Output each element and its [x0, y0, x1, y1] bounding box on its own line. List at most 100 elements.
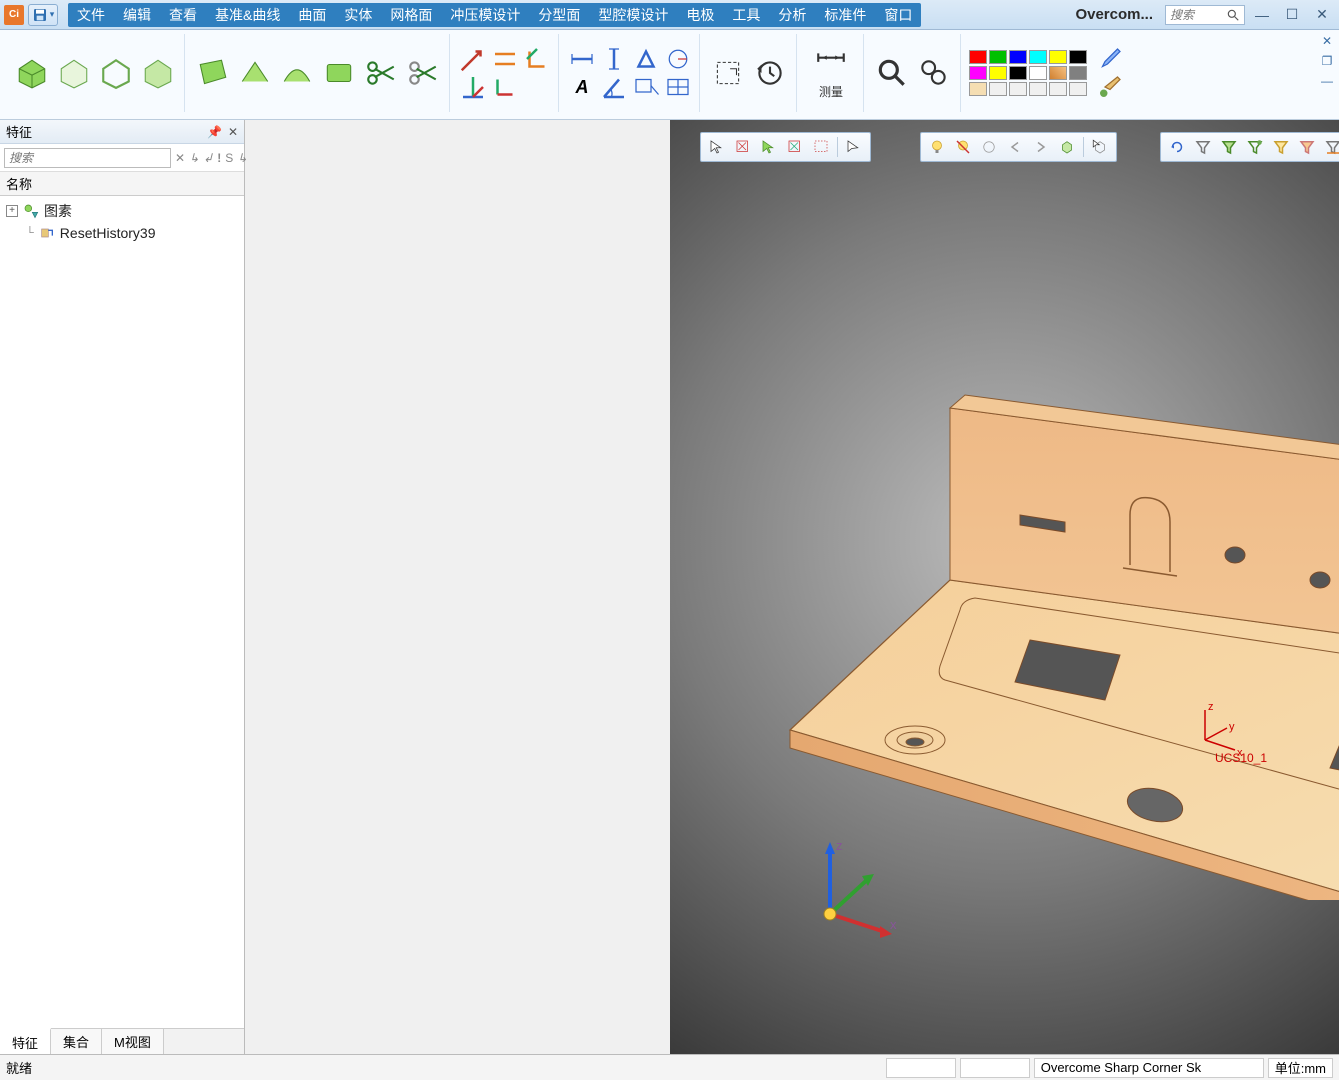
flt-a[interactable]: [1165, 136, 1189, 158]
history-btn[interactable]: [750, 45, 790, 101]
ribbon-axis-btn[interactable]: [458, 74, 488, 100]
viewport[interactable]: z y x UCS10_1 z x: [670, 120, 1339, 1054]
menu-stamping[interactable]: 冲压模设计: [441, 3, 529, 27]
dim-rad-btn[interactable]: [663, 46, 693, 72]
swatch[interactable]: [1029, 50, 1047, 64]
menu-solid[interactable]: 实体: [335, 3, 381, 27]
pin-icon[interactable]: 📌: [207, 125, 222, 139]
swatch[interactable]: [969, 66, 987, 80]
title-search[interactable]: 搜索: [1165, 5, 1245, 25]
flt-d[interactable]: [1243, 136, 1267, 158]
dim-v-btn[interactable]: [599, 46, 629, 72]
vis-box[interactable]: [1055, 136, 1079, 158]
table-btn[interactable]: [663, 74, 693, 100]
swatch[interactable]: [989, 82, 1007, 96]
bulb-off[interactable]: [951, 136, 975, 158]
ribbon-btn-box3[interactable]: [96, 45, 136, 101]
menu-edit[interactable]: 编辑: [114, 3, 160, 27]
panel-close-icon[interactable]: ✕: [228, 125, 238, 139]
sel-x2[interactable]: [783, 136, 807, 158]
bulb-on[interactable]: [925, 136, 949, 158]
swatch[interactable]: [1069, 82, 1087, 96]
panel-search-input[interactable]: [4, 148, 171, 168]
menu-view[interactable]: 查看: [160, 3, 206, 27]
zoom-btn[interactable]: [872, 45, 912, 101]
minimize-button[interactable]: —: [1249, 5, 1275, 25]
swatch[interactable]: [1009, 66, 1027, 80]
tree-root-row[interactable]: + 图素: [2, 200, 242, 222]
filter2-icon[interactable]: ↲: [203, 150, 213, 166]
maximize-button[interactable]: ☐: [1279, 5, 1305, 25]
flt-e[interactable]: [1269, 136, 1293, 158]
swatch[interactable]: [1049, 66, 1067, 80]
flt-g[interactable]: [1321, 136, 1339, 158]
clear-search-icon[interactable]: ✕: [175, 150, 185, 166]
dim-tri-btn[interactable]: [631, 46, 661, 72]
close-button[interactable]: ✕: [1309, 5, 1335, 25]
brush-btn[interactable]: [1095, 74, 1125, 100]
ribbon-axis2-btn[interactable]: [490, 74, 520, 100]
ribbon-btn-box4[interactable]: [138, 45, 178, 101]
sel-arrow[interactable]: [705, 136, 729, 158]
vis-c[interactable]: [1029, 136, 1053, 158]
ribbon-arrow-btn[interactable]: [458, 46, 488, 72]
ribbon-close-icon[interactable]: ✕: [1319, 34, 1335, 48]
vis-b[interactable]: [1003, 136, 1027, 158]
ribbon-btn-g2c[interactable]: [277, 45, 317, 101]
expand-icon[interactable]: +: [6, 205, 18, 217]
vis-a[interactable]: [977, 136, 1001, 158]
swatch[interactable]: [989, 66, 1007, 80]
ribbon-parallel-btn[interactable]: [490, 46, 520, 72]
menu-electrode[interactable]: 电极: [677, 3, 723, 27]
column-header[interactable]: 名称: [0, 172, 244, 196]
sel-pick[interactable]: [842, 136, 866, 158]
sel-rect[interactable]: [809, 136, 833, 158]
filter5-icon[interactable]: ↳: [237, 150, 247, 166]
swatch[interactable]: [1029, 66, 1047, 80]
menu-datum-curve[interactable]: 基准&曲线: [206, 3, 289, 27]
ribbon-btn-g2b[interactable]: [235, 45, 275, 101]
flt-b[interactable]: [1191, 136, 1215, 158]
dim-h-btn[interactable]: [567, 46, 597, 72]
swatch[interactable]: [1049, 82, 1067, 96]
menu-window[interactable]: 窗口: [875, 3, 921, 27]
angle-dim-btn[interactable]: [599, 74, 629, 100]
ribbon-min-icon[interactable]: —: [1319, 74, 1335, 88]
ribbon-btn-g2d[interactable]: [319, 45, 359, 101]
measure-btn[interactable]: 测量: [805, 34, 857, 112]
menu-standard[interactable]: 标准件: [815, 3, 875, 27]
flt-c[interactable]: [1217, 136, 1241, 158]
ribbon-ortho-btn[interactable]: [522, 46, 552, 72]
swatch[interactable]: [1049, 50, 1067, 64]
refresh-btn[interactable]: [708, 45, 748, 101]
dropper-btn[interactable]: [1095, 46, 1125, 72]
menu-mesh[interactable]: 网格面: [381, 3, 441, 27]
swatch[interactable]: [1009, 82, 1027, 96]
tab-feature[interactable]: 特征: [0, 1028, 51, 1054]
menu-parting[interactable]: 分型面: [529, 3, 589, 27]
ribbon-btn-box2[interactable]: [54, 45, 94, 101]
menu-analysis[interactable]: 分析: [769, 3, 815, 27]
filter3-icon[interactable]: !: [217, 150, 221, 166]
menu-tools[interactable]: 工具: [723, 3, 769, 27]
ribbon-btn-scissors1[interactable]: [361, 45, 401, 101]
ribbon-btn-box1[interactable]: [12, 45, 52, 101]
sel-green-arrow[interactable]: [757, 136, 781, 158]
ribbon-btn-scissors2[interactable]: [403, 45, 443, 101]
menu-surface[interactable]: 曲面: [289, 3, 335, 27]
vis-cursor[interactable]: [1088, 136, 1112, 158]
swatch[interactable]: [1009, 50, 1027, 64]
filter4-icon[interactable]: S: [225, 150, 233, 166]
swatch[interactable]: [1069, 66, 1087, 80]
tab-set[interactable]: 集合: [51, 1029, 102, 1054]
swatch[interactable]: [1069, 50, 1087, 64]
tab-mview[interactable]: M视图: [102, 1029, 164, 1054]
swatch[interactable]: [969, 50, 987, 64]
sel-x[interactable]: [731, 136, 755, 158]
note-btn[interactable]: [631, 74, 661, 100]
save-button[interactable]: ▾: [28, 4, 58, 26]
menu-mold[interactable]: 型腔模设计: [589, 3, 677, 27]
flt-f[interactable]: [1295, 136, 1319, 158]
menu-file[interactable]: 文件: [68, 3, 114, 27]
ribbon-btn-g2a[interactable]: [193, 45, 233, 101]
